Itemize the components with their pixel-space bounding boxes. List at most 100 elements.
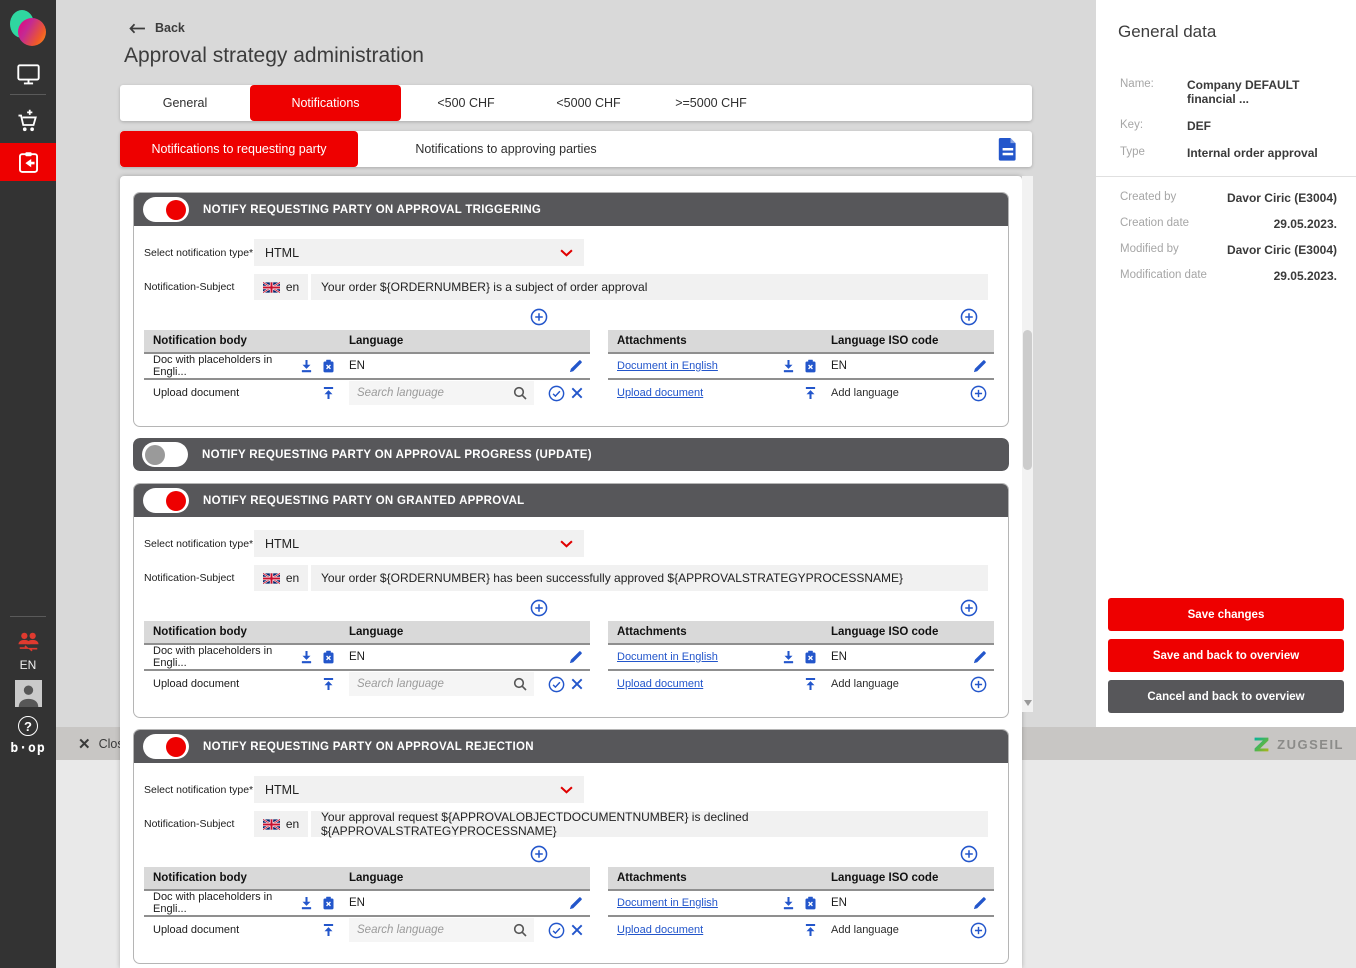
brand-name: ZUGSEIL bbox=[1277, 737, 1344, 752]
document-template-button[interactable] bbox=[998, 137, 1018, 161]
delete-body-button[interactable] bbox=[322, 896, 335, 910]
table-row: Doc with placeholders in Engli... EN bbox=[144, 354, 590, 380]
sidebar-item-switch-user[interactable] bbox=[0, 629, 56, 653]
tab-notifications[interactable]: Notifications bbox=[250, 85, 401, 121]
delete-attachment-button[interactable] bbox=[804, 650, 817, 664]
add-language-button[interactable] bbox=[970, 385, 987, 402]
upload-document-label[interactable]: Upload document bbox=[153, 678, 239, 690]
subject-language-chip[interactable]: en bbox=[254, 274, 308, 300]
search-language-input[interactable] bbox=[357, 924, 513, 936]
tab-general[interactable]: General bbox=[120, 85, 250, 121]
upload-attachment-button[interactable] bbox=[804, 386, 817, 400]
add-language-button[interactable] bbox=[970, 676, 987, 693]
add-notification-body-button[interactable] bbox=[530, 599, 548, 617]
cancel-language-button[interactable] bbox=[571, 924, 583, 936]
sidebar-help[interactable]: ? bbox=[0, 714, 56, 738]
edit-body-button[interactable] bbox=[569, 896, 583, 910]
download-attachment-button[interactable] bbox=[782, 359, 795, 373]
scrollbar-down-arrow[interactable] bbox=[1024, 700, 1032, 706]
attachments-table: AttachmentsLanguage ISO code Document in… bbox=[608, 621, 994, 697]
notifications-content-panel: NOTIFY REQUESTING PARTY ON APPROVAL TRIG… bbox=[120, 176, 1022, 968]
notification-type-select[interactable]: HTML bbox=[254, 776, 584, 803]
upload-body-button[interactable] bbox=[322, 386, 335, 400]
sidebar-item-shop[interactable] bbox=[0, 103, 56, 139]
sidebar-item-approvals-active[interactable] bbox=[0, 143, 56, 181]
app-logo[interactable] bbox=[0, 8, 56, 52]
upload-document-label[interactable]: Upload document bbox=[153, 387, 239, 399]
notification-type-select[interactable]: HTML bbox=[254, 239, 584, 266]
attachment-doc-link[interactable]: Document in English bbox=[617, 651, 718, 663]
tab-over-5000-chf[interactable]: >=5000 CHF bbox=[646, 85, 776, 121]
upload-document-label[interactable]: Upload document bbox=[153, 924, 239, 936]
upload-body-button[interactable] bbox=[322, 923, 335, 937]
cart-plus-icon bbox=[15, 108, 41, 134]
search-language-input[interactable] bbox=[357, 387, 513, 399]
sidebar-item-dashboard[interactable] bbox=[0, 60, 56, 88]
download-body-button[interactable] bbox=[300, 896, 313, 910]
cancel-language-button[interactable] bbox=[571, 678, 583, 690]
subject-input[interactable]: Your approval request ${APPROVALOBJECTDO… bbox=[311, 811, 988, 837]
confirm-language-button[interactable] bbox=[548, 676, 565, 693]
edit-attachment-button[interactable] bbox=[973, 650, 987, 664]
cancel-language-button[interactable] bbox=[571, 387, 583, 399]
delete-attachment-button[interactable] bbox=[804, 896, 817, 910]
add-notification-body-button[interactable] bbox=[530, 308, 548, 326]
back-button[interactable]: Back bbox=[129, 21, 185, 35]
confirm-language-button[interactable] bbox=[548, 922, 565, 939]
notification-type-select[interactable]: HTML bbox=[254, 530, 584, 557]
confirm-language-button[interactable] bbox=[548, 385, 565, 402]
download-body-button[interactable] bbox=[300, 359, 313, 373]
notify-triggering-toggle[interactable] bbox=[143, 197, 189, 222]
page-title: Approval strategy administration bbox=[124, 44, 424, 68]
subtab-requesting-party[interactable]: Notifications to requesting party bbox=[120, 131, 358, 167]
upload-attachment-link[interactable]: Upload document bbox=[617, 387, 703, 399]
upload-attachment-button[interactable] bbox=[804, 677, 817, 691]
add-notification-body-button[interactable] bbox=[530, 845, 548, 863]
search-icon[interactable] bbox=[513, 677, 527, 691]
edit-attachment-button[interactable] bbox=[973, 896, 987, 910]
delete-body-button[interactable] bbox=[322, 359, 335, 373]
trash-x-icon bbox=[322, 650, 335, 664]
search-icon[interactable] bbox=[513, 386, 527, 400]
upload-body-button[interactable] bbox=[322, 677, 335, 691]
sidebar-user-avatar[interactable] bbox=[0, 679, 56, 707]
notification-type-label: Select notification type* bbox=[144, 247, 254, 259]
app-sidebar: EN ? b·op bbox=[0, 0, 56, 968]
subject-input[interactable]: Your order ${ORDERNUMBER} has been succe… bbox=[311, 565, 988, 591]
content-scrollbar-thumb[interactable] bbox=[1023, 330, 1032, 470]
tab-under-500-chf[interactable]: <500 CHF bbox=[401, 85, 531, 121]
upload-attachment-button[interactable] bbox=[804, 923, 817, 937]
upload-attachment-link[interactable]: Upload document bbox=[617, 678, 703, 690]
add-language-button[interactable] bbox=[970, 922, 987, 939]
add-attachment-button[interactable] bbox=[960, 599, 978, 617]
delete-body-button[interactable] bbox=[322, 650, 335, 664]
attachment-doc-link[interactable]: Document in English bbox=[617, 897, 718, 909]
download-attachment-button[interactable] bbox=[782, 896, 795, 910]
add-attachment-button[interactable] bbox=[960, 308, 978, 326]
subject-language-chip[interactable]: en bbox=[254, 811, 308, 837]
subtab-approving-parties[interactable]: Notifications to approving parties bbox=[386, 131, 626, 167]
tab-under-5000-chf[interactable]: <5000 CHF bbox=[531, 85, 646, 121]
notify-granted-toggle[interactable] bbox=[143, 488, 189, 513]
download-attachment-button[interactable] bbox=[782, 650, 795, 664]
uk-flag-icon bbox=[263, 819, 280, 830]
notification-type-label: Select notification type* bbox=[144, 784, 254, 796]
edit-body-button[interactable] bbox=[569, 359, 583, 373]
attachment-doc-link[interactable]: Document in English bbox=[617, 360, 718, 372]
edit-attachment-button[interactable] bbox=[973, 359, 987, 373]
delete-attachment-button[interactable] bbox=[804, 359, 817, 373]
search-language-input[interactable] bbox=[357, 678, 513, 690]
edit-body-button[interactable] bbox=[569, 650, 583, 664]
save-changes-button[interactable]: Save changes bbox=[1108, 598, 1344, 631]
notify-rejection-toggle[interactable] bbox=[143, 734, 189, 759]
subject-input[interactable]: Your order ${ORDERNUMBER} is a subject o… bbox=[311, 274, 988, 300]
save-and-back-button[interactable]: Save and back to overview bbox=[1108, 639, 1344, 672]
download-body-button[interactable] bbox=[300, 650, 313, 664]
subject-language-chip[interactable]: en bbox=[254, 565, 308, 591]
cancel-and-back-button[interactable]: Cancel and back to overview bbox=[1108, 680, 1344, 713]
notify-progress-toggle[interactable] bbox=[142, 442, 188, 467]
search-icon[interactable] bbox=[513, 923, 527, 937]
add-attachment-button[interactable] bbox=[960, 845, 978, 863]
sidebar-language[interactable]: EN bbox=[0, 656, 56, 674]
upload-attachment-link[interactable]: Upload document bbox=[617, 924, 703, 936]
